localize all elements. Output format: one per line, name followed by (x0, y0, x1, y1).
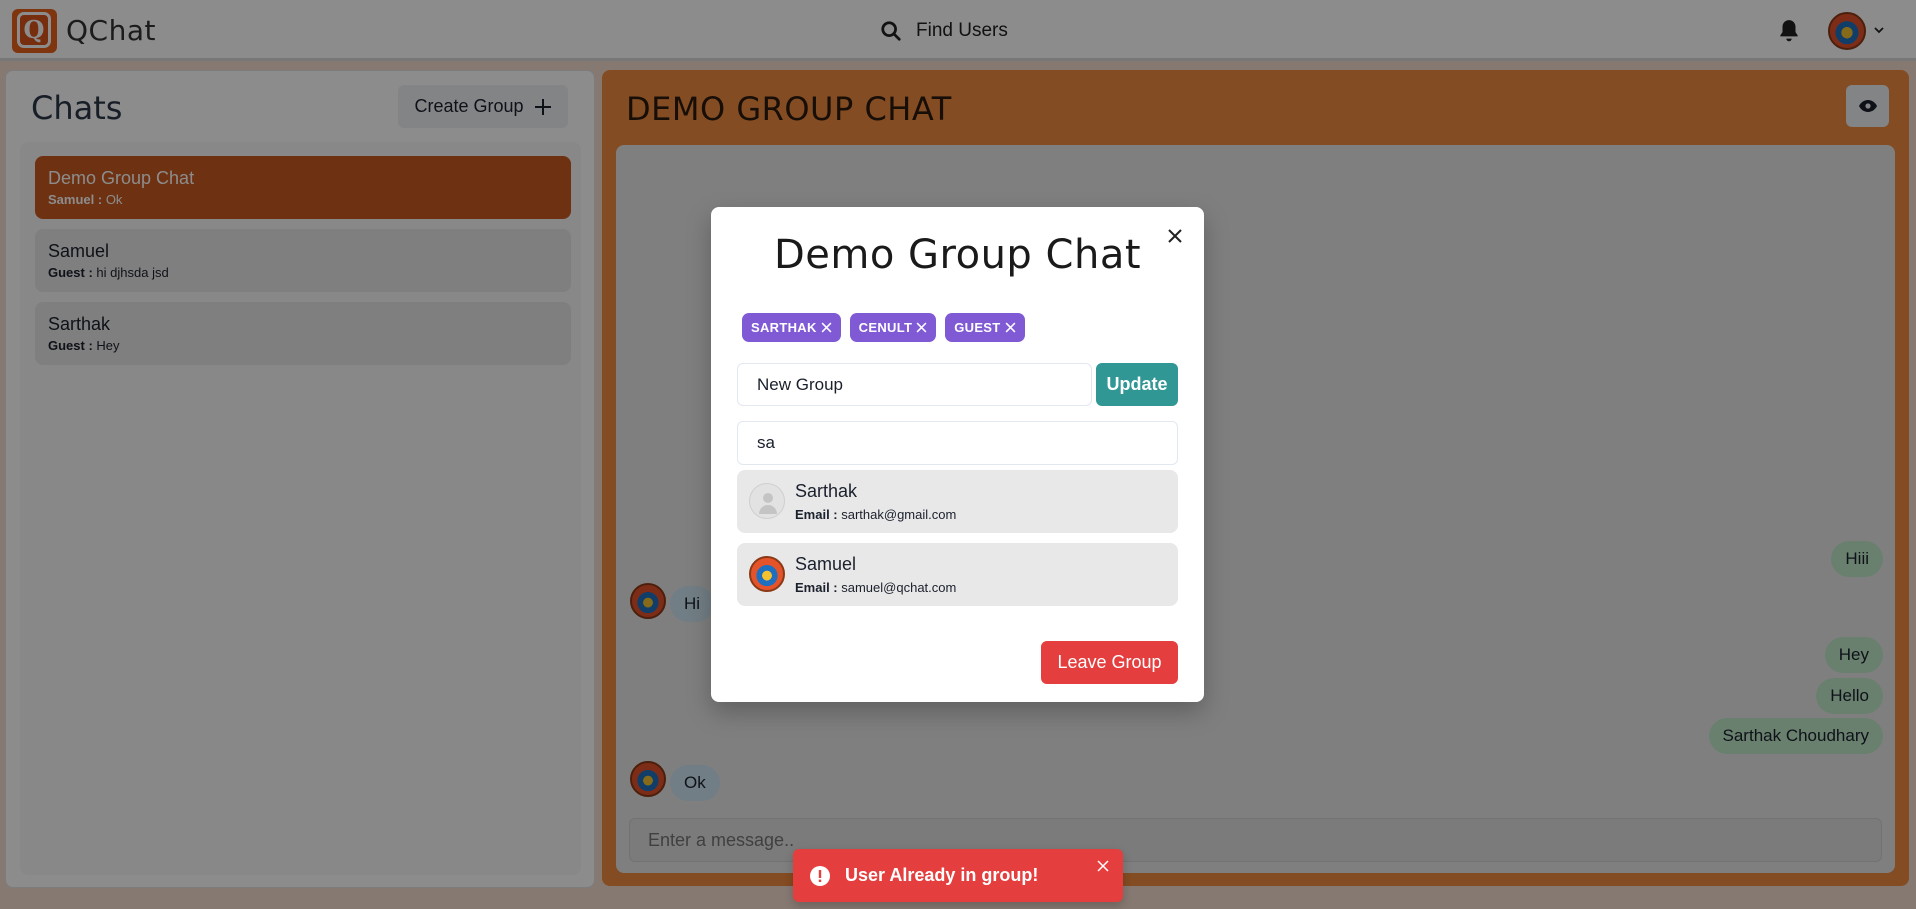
member-badges: SARTHAK CENULT GUEST (742, 313, 1025, 342)
user-search-result[interactable]: Sarthak Email : sarthak@gmail.com (737, 470, 1178, 533)
close-icon[interactable] (1097, 860, 1109, 872)
member-badge[interactable]: CENULT (849, 313, 937, 342)
user-search-result[interactable]: Samuel Email : samuel@qchat.com (737, 543, 1178, 606)
result-name: Sarthak (795, 481, 858, 501)
member-badge-label: SARTHAK (751, 320, 817, 335)
result-email: Email : sarthak@gmail.com (795, 507, 956, 522)
remove-member-icon[interactable] (916, 322, 927, 333)
result-email-value: sarthak@gmail.com (841, 507, 957, 522)
result-email-value: samuel@qchat.com (841, 580, 957, 595)
member-badge-label: GUEST (954, 320, 1001, 335)
remove-member-icon[interactable] (821, 322, 832, 333)
add-user-search-input[interactable] (737, 421, 1178, 465)
default-avatar-icon (749, 483, 785, 519)
close-icon[interactable] (1163, 224, 1187, 248)
member-badge[interactable]: SARTHAK (742, 313, 841, 342)
result-email-label: Email : (795, 580, 838, 595)
warning-icon (810, 866, 830, 886)
modal-title: Demo Group Chat (773, 232, 1142, 278)
toast-message: User Already in group! (845, 865, 1039, 885)
error-toast: User Already in group! (793, 849, 1123, 902)
group-settings-modal: Demo Group Chat SARTHAK CENULT GUEST Upd… (711, 207, 1204, 702)
member-badge[interactable]: GUEST (945, 313, 1025, 342)
result-email-label: Email : (795, 507, 838, 522)
remove-member-icon[interactable] (1005, 322, 1016, 333)
avatar (749, 556, 785, 592)
leave-group-button[interactable]: Leave Group (1041, 641, 1178, 684)
result-email: Email : samuel@qchat.com (795, 580, 956, 595)
group-name-input[interactable] (737, 363, 1092, 406)
result-name: Samuel (795, 554, 857, 574)
member-badge-label: CENULT (858, 320, 913, 335)
update-button[interactable]: Update (1096, 363, 1178, 406)
